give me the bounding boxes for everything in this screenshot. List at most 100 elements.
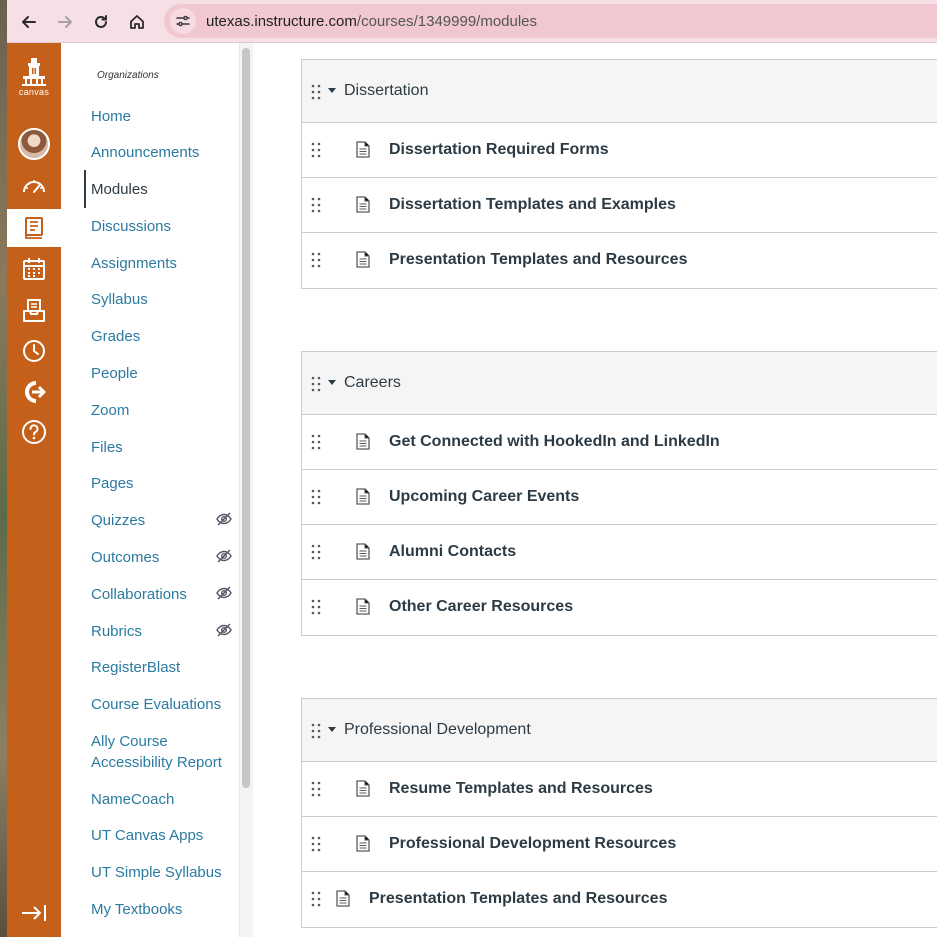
course-nav-grades[interactable]: Grades <box>91 326 237 347</box>
drag-handle-icon[interactable] <box>311 544 321 560</box>
dashboard-icon <box>23 180 45 193</box>
drag-handle-icon[interactable] <box>311 252 321 268</box>
course-nav-my-textbooks[interactable]: My Textbooks <box>91 899 237 920</box>
course-nav-pages[interactable]: Pages <box>91 473 237 494</box>
module-item-title[interactable]: Upcoming Career Events <box>389 488 579 506</box>
commons-nav[interactable] <box>7 373 61 411</box>
module-careers: Careers Get Connected with HookedIn and … <box>301 351 937 636</box>
module-header[interactable]: Careers <box>302 352 937 415</box>
module-item-title[interactable]: Get Connected with HookedIn and LinkedIn <box>389 433 720 451</box>
module-item[interactable]: Professional Development Resources <box>302 817 937 872</box>
drag-handle-icon[interactable] <box>311 376 321 392</box>
module-item[interactable]: Get Connected with HookedIn and LinkedIn <box>302 415 937 470</box>
page-icon <box>356 543 370 560</box>
module-item[interactable]: Dissertation Templates and Examples <box>302 178 937 233</box>
canvas-logo[interactable]: canvas <box>7 57 61 105</box>
course-nav-people[interactable]: People <box>91 363 237 384</box>
page-icon <box>356 251 370 268</box>
caret-down-icon[interactable] <box>328 380 336 385</box>
forward-button[interactable] <box>51 8 79 36</box>
course-nav-ally-report[interactable]: Ally Course Accessibility Report <box>91 731 237 773</box>
module-item[interactable]: Other Career Resources <box>302 580 937 635</box>
module-item-title[interactable]: Dissertation Required Forms <box>389 141 609 159</box>
module-item-title[interactable]: Presentation Templates and Resources <box>389 251 687 269</box>
dashboard-nav[interactable] <box>7 168 61 206</box>
module-item[interactable]: Presentation Templates and Resources <box>302 233 937 288</box>
eye-slash-icon <box>215 621 233 639</box>
module-item[interactable]: Resume Templates and Resources <box>302 762 937 817</box>
home-button[interactable] <box>123 8 151 36</box>
page-icon <box>356 835 370 852</box>
module-title: Careers <box>344 374 401 391</box>
course-nav-discussions[interactable]: Discussions <box>91 216 237 237</box>
site-settings-icon[interactable] <box>170 8 196 34</box>
module-title: Dissertation <box>344 82 429 99</box>
course-nav-ut-simple-syllabus[interactable]: UT Simple Syllabus <box>91 862 237 883</box>
module-item-title[interactable]: Professional Development Resources <box>389 835 676 853</box>
module-item[interactable]: Upcoming Career Events <box>302 470 937 525</box>
module-item-title[interactable]: Dissertation Templates and Examples <box>389 196 676 214</box>
scrollbar-thumb[interactable] <box>242 48 250 788</box>
module-item[interactable]: Presentation Templates and Resources <box>302 872 937 927</box>
collapse-nav-button[interactable] <box>7 895 61 931</box>
page-icon <box>356 780 370 797</box>
url-text: utexas.instructure.com/courses/1349999/m… <box>206 13 537 30</box>
address-bar[interactable]: utexas.instructure.com/courses/1349999/m… <box>164 4 937 38</box>
course-nav-namecoach[interactable]: NameCoach <box>91 789 237 810</box>
course-nav-modules[interactable]: Modules <box>91 179 237 200</box>
reload-button[interactable] <box>87 8 115 36</box>
course-nav-home[interactable]: Home <box>91 106 237 127</box>
drag-handle-icon[interactable] <box>311 723 321 739</box>
course-navigation: Organizations Home Announcements Modules… <box>61 43 239 937</box>
caret-down-icon[interactable] <box>328 727 336 732</box>
course-nav-files[interactable]: Files <box>91 437 237 458</box>
inbox-nav[interactable] <box>7 292 61 330</box>
drag-handle-icon[interactable] <box>311 891 321 907</box>
browser-toolbar: utexas.instructure.com/courses/1349999/m… <box>7 0 937 43</box>
calendar-icon <box>23 258 45 280</box>
course-nav-registerblast[interactable]: RegisterBlast <box>91 657 237 678</box>
eye-slash-icon <box>215 547 233 565</box>
account-avatar[interactable] <box>18 128 50 160</box>
module-item-title[interactable]: Resume Templates and Resources <box>389 780 653 798</box>
history-nav[interactable] <box>7 332 61 370</box>
drag-handle-icon[interactable] <box>311 84 321 100</box>
drag-handle-icon[interactable] <box>311 781 321 797</box>
module-header[interactable]: Dissertation <box>302 60 937 123</box>
course-nav-assignments[interactable]: Assignments <box>91 253 237 274</box>
global-navigation: canvas <box>7 43 61 937</box>
course-nav-announcements[interactable]: Announcements <box>91 142 237 163</box>
arrow-left-icon <box>22 16 36 28</box>
help-nav[interactable] <box>7 413 61 451</box>
module-item[interactable]: Dissertation Required Forms <box>302 123 937 178</box>
page-icon <box>356 598 370 615</box>
arrow-right-icon <box>58 16 72 28</box>
module-item-title[interactable]: Other Career Resources <box>389 598 573 616</box>
course-nav-course-evaluations[interactable]: Course Evaluations <box>91 694 237 715</box>
drag-handle-icon[interactable] <box>311 836 321 852</box>
drag-handle-icon[interactable] <box>311 142 321 158</box>
course-nav-ut-canvas-apps[interactable]: UT Canvas Apps <box>91 825 237 846</box>
url-host: utexas.instructure.com <box>206 12 357 30</box>
module-item-title[interactable]: Presentation Templates and Resources <box>369 890 667 908</box>
help-icon <box>22 420 46 444</box>
drag-handle-icon[interactable] <box>311 489 321 505</box>
drag-handle-icon[interactable] <box>311 599 321 615</box>
module-item[interactable]: Alumni Contacts <box>302 525 937 580</box>
module-header[interactable]: Professional Development <box>302 699 937 762</box>
tower-icon <box>22 58 46 86</box>
page-icon <box>356 433 370 450</box>
caret-down-icon[interactable] <box>328 88 336 93</box>
module-title: Professional Development <box>344 721 531 738</box>
courses-nav[interactable] <box>7 209 61 247</box>
logo-text: canvas <box>18 87 50 97</box>
drag-handle-icon[interactable] <box>311 197 321 213</box>
back-button[interactable] <box>15 8 43 36</box>
module-item-title[interactable]: Alumni Contacts <box>389 543 516 561</box>
course-nav-zoom[interactable]: Zoom <box>91 400 237 421</box>
calendar-nav[interactable] <box>7 250 61 288</box>
clock-icon <box>23 340 45 362</box>
course-nav-syllabus[interactable]: Syllabus <box>91 289 237 310</box>
home-icon <box>130 15 144 29</box>
drag-handle-icon[interactable] <box>311 434 321 450</box>
